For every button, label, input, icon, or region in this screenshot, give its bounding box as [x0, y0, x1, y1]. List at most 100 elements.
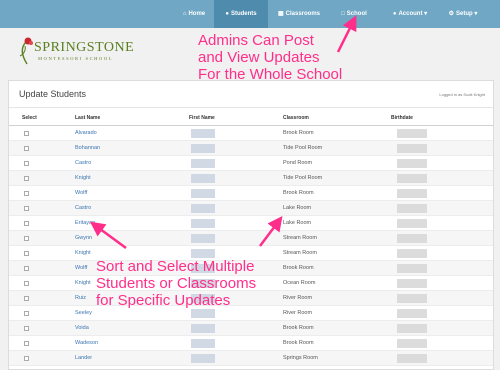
logo-name: SPRINGSTONE — [34, 40, 135, 55]
student-last-name[interactable]: Knight — [75, 280, 91, 286]
table-row[interactable]: Castro Lake Room — [9, 201, 493, 216]
student-last-name[interactable]: Wolff — [75, 190, 87, 196]
redacted-birthdate — [397, 309, 427, 318]
redacted-first-name — [191, 144, 215, 153]
table-row[interactable]: Knight Tide Pool Room — [9, 171, 493, 186]
row-select-checkbox[interactable] — [24, 176, 29, 181]
row-select-checkbox[interactable] — [24, 191, 29, 196]
nav-setup[interactable]: ⚙ Setup ▾ — [440, 0, 486, 28]
redacted-birthdate — [397, 174, 427, 183]
redacted-birthdate — [397, 294, 427, 303]
table-row[interactable]: Wadeson Brook Room — [9, 336, 493, 351]
row-select-checkbox[interactable] — [24, 221, 29, 226]
student-classroom: Brook Room — [283, 190, 314, 196]
annotation-admin-updates: Admins Can Post and View Updates For the… — [198, 32, 343, 83]
student-classroom: Tide Pool Room — [283, 145, 323, 151]
redacted-birthdate — [397, 204, 427, 213]
student-last-name[interactable]: Wadeson — [75, 340, 98, 346]
row-select-checkbox[interactable] — [24, 356, 29, 361]
student-classroom: River Room — [283, 295, 313, 301]
redacted-birthdate — [397, 354, 427, 363]
row-select-checkbox[interactable] — [24, 146, 29, 151]
school-logo[interactable]: SPRINGSTONE MONTESSORI SCHOOL — [16, 34, 134, 66]
nav-school-label: School — [346, 11, 367, 17]
redacted-birthdate — [397, 249, 427, 258]
student-classroom: Tide Pool Room — [283, 175, 323, 181]
student-last-name[interactable]: Ruiz — [75, 295, 86, 301]
nav-setup-label: Setup — [456, 11, 473, 17]
student-classroom: Stream Room — [283, 235, 317, 241]
nav-school[interactable]: □ School — [334, 0, 374, 28]
nav-home[interactable]: ⌂ Home — [172, 0, 216, 28]
nav-account[interactable]: ● Account ▾ — [384, 0, 436, 28]
student-classroom: Pond Room — [283, 160, 313, 166]
student-last-name[interactable]: Wolff — [75, 265, 87, 271]
redacted-first-name — [191, 234, 215, 243]
row-select-checkbox[interactable] — [24, 341, 29, 346]
student-classroom: Lake Room — [283, 220, 312, 226]
student-classroom: Stream Room — [283, 250, 317, 256]
student-last-name[interactable]: Bohannan — [75, 145, 100, 151]
col-header-last-name[interactable]: Last Name — [75, 115, 100, 121]
table-row[interactable]: Gwynn Stream Room — [9, 231, 493, 246]
row-select-checkbox[interactable] — [24, 266, 29, 271]
table-row[interactable]: Castro Pond Room — [9, 156, 493, 171]
student-last-name[interactable]: Eritayan — [75, 220, 95, 226]
redacted-birthdate — [397, 129, 427, 138]
nav-classrooms[interactable]: ▦ Classrooms — [270, 0, 328, 28]
col-header-first-name[interactable]: First Name — [189, 115, 215, 121]
student-classroom: River Room — [283, 310, 313, 316]
student-last-name[interactable]: Castro — [75, 160, 91, 166]
update-students-panel: Update Students Logged in as Scott Knigh… — [8, 80, 494, 370]
logo-subtitle: MONTESSORI SCHOOL — [38, 56, 114, 61]
redacted-first-name — [191, 309, 215, 318]
logged-in-text: Logged in as Scott Knight — [439, 92, 485, 97]
chevron-down-icon: ▾ — [474, 11, 478, 17]
redacted-first-name — [191, 249, 215, 258]
col-header-select[interactable]: Select — [22, 115, 37, 121]
table-row[interactable]: Voida Brook Room — [9, 321, 493, 336]
row-select-checkbox[interactable] — [24, 281, 29, 286]
redacted-first-name — [191, 354, 215, 363]
home-icon: ⌂ — [182, 11, 187, 17]
row-select-checkbox[interactable] — [24, 311, 29, 316]
student-last-name[interactable]: Knight — [75, 250, 91, 256]
redacted-birthdate — [397, 219, 427, 228]
document-icon: □ — [341, 11, 345, 17]
panel-divider — [9, 107, 493, 108]
student-last-name[interactable]: Alvarado — [75, 130, 97, 136]
nav-account-label: Account — [398, 11, 423, 17]
student-last-name[interactable]: Lander — [75, 355, 92, 361]
row-select-checkbox[interactable] — [24, 251, 29, 256]
student-last-name[interactable]: Knight — [75, 175, 91, 181]
nav-students[interactable]: ● Students — [214, 0, 268, 28]
table-row[interactable]: Lander Springs Room — [9, 351, 493, 366]
table-row[interactable]: Alvarado Brook Room — [9, 126, 493, 141]
redacted-birthdate — [397, 144, 427, 153]
student-last-name[interactable]: Castro — [75, 205, 91, 211]
redacted-birthdate — [397, 279, 427, 288]
table-row[interactable]: Wolff Brook Room — [9, 186, 493, 201]
row-select-checkbox[interactable] — [24, 161, 29, 166]
table-row[interactable]: Bohannan Tide Pool Room — [9, 141, 493, 156]
user-icon: ● — [392, 11, 397, 17]
nav-students-label: Students — [230, 11, 257, 17]
row-select-checkbox[interactable] — [24, 131, 29, 136]
student-classroom: Brook Room — [283, 340, 314, 346]
redacted-first-name — [191, 324, 215, 333]
col-header-birthdate[interactable]: Birthdate — [391, 115, 413, 121]
redacted-first-name — [191, 159, 215, 168]
redacted-birthdate — [397, 234, 427, 243]
row-select-checkbox[interactable] — [24, 326, 29, 331]
nav-home-label: Home — [188, 11, 206, 17]
grid-icon: ▦ — [277, 11, 284, 17]
table-row[interactable]: Eritayan Lake Room — [9, 216, 493, 231]
redacted-first-name — [191, 174, 215, 183]
student-last-name[interactable]: Seeley — [75, 310, 92, 316]
student-last-name[interactable]: Gwynn — [75, 235, 92, 241]
student-last-name[interactable]: Voida — [75, 325, 89, 331]
col-header-classroom[interactable]: Classroom — [283, 115, 309, 121]
row-select-checkbox[interactable] — [24, 236, 29, 241]
row-select-checkbox[interactable] — [24, 296, 29, 301]
row-select-checkbox[interactable] — [24, 206, 29, 211]
